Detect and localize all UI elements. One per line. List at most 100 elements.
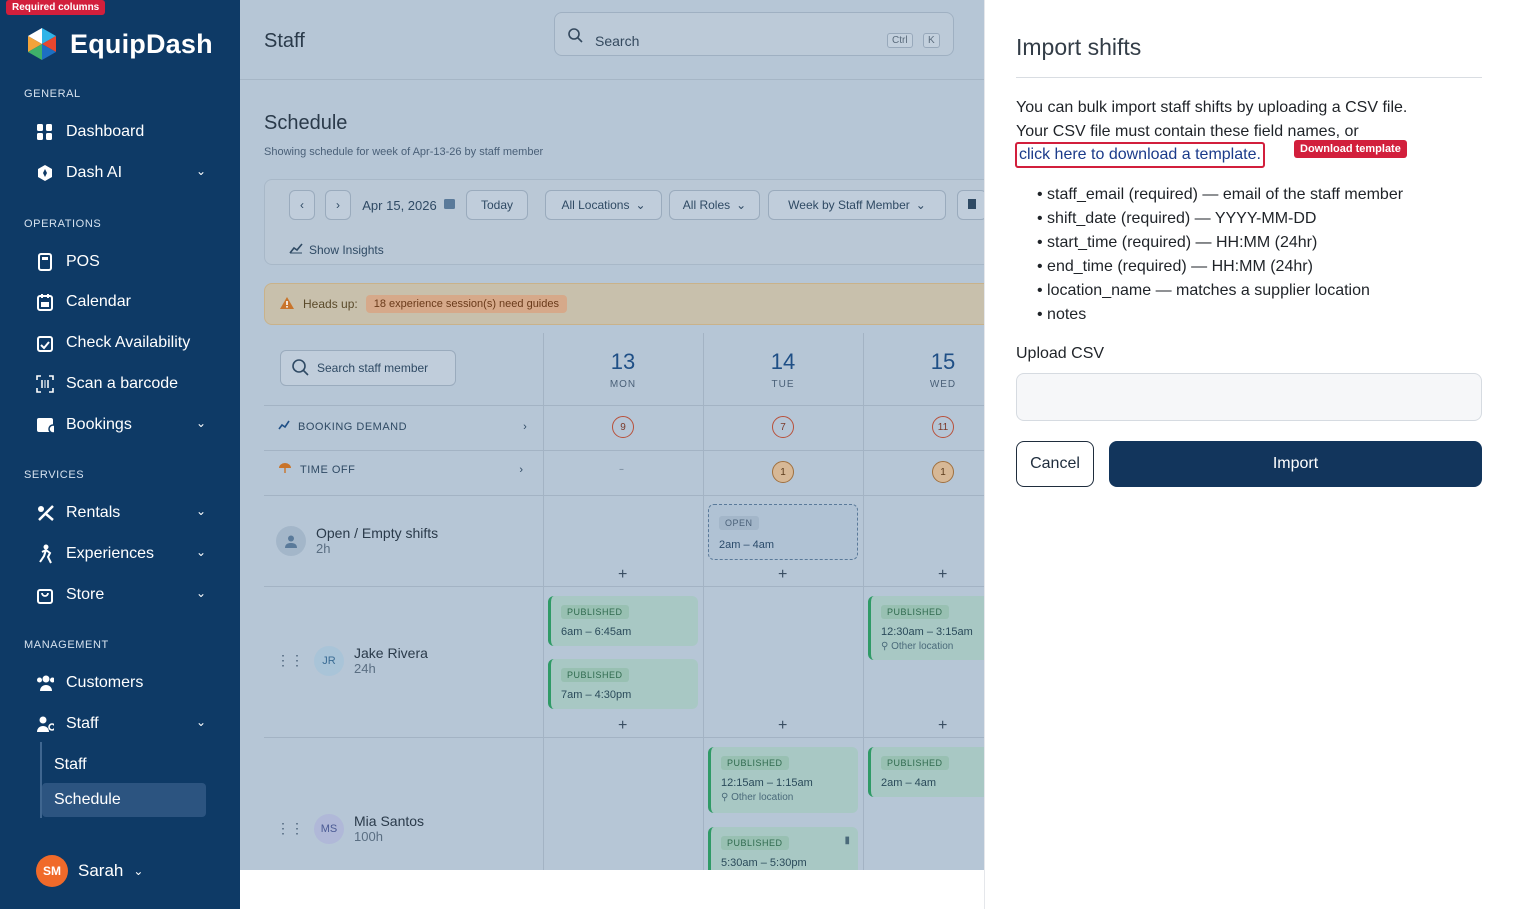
panel-title: Import shifts	[1016, 34, 1142, 60]
add-shift-button[interactable]: +	[778, 717, 787, 735]
import-button[interactable]: Import	[1109, 441, 1482, 487]
shift-card[interactable]: PUBLISHED 7am – 4:30pm	[548, 659, 698, 709]
shift-card[interactable]: PUBLISHED 12:30am – 3:15am ⚲ Other locat…	[868, 596, 984, 660]
sidebar-item-label: Check Availability	[66, 334, 191, 351]
section-operations: OPERATIONS	[24, 218, 102, 230]
required-fields-list: staff_email (required) — email of the st…	[1037, 183, 1403, 327]
shift-card[interactable]: PUBLISHED 2am – 4am	[868, 747, 984, 797]
time-off-count[interactable]: 1	[932, 461, 954, 483]
sidebar-subitem-staff[interactable]: Staff	[42, 748, 206, 782]
roles-filter[interactable]: All Roles ⌄	[669, 190, 760, 220]
chevron-down-icon: ⌄	[195, 545, 206, 559]
prev-week-button[interactable]: ‹	[289, 190, 315, 220]
booking-demand-row[interactable]: BOOKING DEMAND ›	[278, 420, 527, 433]
sidebar-item-label: Bookings	[66, 416, 132, 433]
sidebar-item-label: Rentals	[66, 504, 121, 521]
cancel-button[interactable]: Cancel	[1016, 441, 1094, 487]
chevron-down-icon: ⌄	[133, 864, 144, 878]
sidebar-item-dash-ai[interactable]: Dash AI ⌄	[36, 158, 216, 188]
chevron-right-icon: ›	[336, 198, 340, 212]
chart-icon	[289, 242, 303, 257]
add-shift-button[interactable]: +	[938, 566, 947, 584]
add-shift-button[interactable]: +	[618, 566, 627, 584]
row-hours: 2h	[316, 541, 331, 556]
time-off-count[interactable]: 1	[772, 461, 794, 483]
customers-icon	[36, 674, 54, 692]
sidebar-item-staff[interactable]: Staff ⌄	[36, 709, 216, 739]
heads-up-badge[interactable]: 18 experience session(s) need guides	[365, 295, 567, 313]
chart-icon	[278, 420, 290, 433]
sidebar-item-pos[interactable]: POS	[36, 247, 216, 277]
roles-filter-label: All Roles	[682, 198, 731, 212]
staff-icon	[36, 715, 54, 733]
sidebar-subitem-schedule[interactable]: Schedule	[42, 783, 206, 817]
day-header-mon: 13 MON	[543, 349, 703, 390]
barcode-scan-icon	[36, 375, 54, 393]
demand-count[interactable]: 7	[772, 416, 794, 438]
add-shift-button[interactable]: +	[938, 717, 947, 735]
locations-filter[interactable]: All Locations ⌄	[545, 190, 662, 220]
shift-card[interactable]: PUBLISHED ▮ 5:30am – 5:30pm	[708, 827, 858, 870]
search-input[interactable]: Search	[595, 33, 639, 49]
user-name: Sarah	[78, 861, 124, 880]
section-management: MANAGEMENT	[24, 639, 109, 651]
panel-description: You can bulk import staff shifts by uplo…	[1016, 96, 1486, 144]
add-shift-button[interactable]: +	[618, 717, 627, 735]
sidebar-item-rentals[interactable]: Rentals ⌄	[36, 498, 216, 528]
sidebar-item-label: Staff	[66, 715, 99, 732]
staff-row-mia-santos[interactable]: ⋮⋮ MS Mia Santos 100h	[276, 813, 424, 844]
brand-logo[interactable]: EquipDash	[24, 26, 213, 62]
add-shift-button[interactable]: +	[778, 566, 787, 584]
staff-search-input[interactable]: Search staff member	[280, 350, 456, 386]
panel-divider	[1016, 77, 1482, 78]
sidebar-item-bookings[interactable]: Bookings ⌄	[36, 410, 216, 440]
rentals-icon	[36, 504, 54, 522]
description-line-2: Your CSV file must contain these field n…	[1016, 123, 1359, 140]
sidebar-item-label: Customers	[66, 674, 144, 691]
user-menu[interactable]: SM Sarah ⌄	[36, 855, 143, 887]
sidebar-item-scan-barcode[interactable]: Scan a barcode	[36, 369, 216, 399]
shift-status: PUBLISHED	[721, 836, 789, 850]
sidebar-item-label: Experiences	[66, 545, 155, 562]
today-button[interactable]: Today	[466, 190, 528, 220]
staff-name: Jake Rivera	[354, 645, 428, 661]
upload-csv-input[interactable]	[1016, 373, 1482, 421]
chevron-down-icon: ⌄	[635, 198, 646, 212]
sidebar-item-experiences[interactable]: Experiences ⌄	[36, 539, 216, 569]
next-week-button[interactable]: ›	[325, 190, 351, 220]
schedule-title: Schedule	[264, 112, 348, 134]
sidebar-item-label: Dashboard	[66, 123, 145, 140]
chevron-down-icon: ⌄	[195, 715, 206, 729]
download-template-link[interactable]: click here to download a template.	[1015, 142, 1265, 168]
view-mode-select[interactable]: Week by Staff Member ⌄	[768, 190, 946, 220]
shift-location: Other location	[891, 641, 954, 652]
view-mode-label: Week by Staff Member	[788, 198, 910, 212]
chevron-down-icon: ⌄	[915, 198, 926, 212]
sidebar-item-check-availability[interactable]: Check Availability	[36, 328, 216, 358]
kbd-ctrl: Ctrl	[887, 33, 913, 48]
sidebar: Required columns EquipDash GENERAL Dashb…	[0, 0, 240, 909]
toolbar-extra-button[interactable]	[957, 190, 984, 220]
schedule-subtitle: Showing schedule for week of Apr-13-26 b…	[264, 146, 544, 158]
demand-count[interactable]: 9	[612, 416, 634, 438]
chevron-right-icon: ›	[523, 420, 528, 433]
shift-card[interactable]: PUBLISHED 6am – 6:45am	[548, 596, 698, 646]
open-shift-card[interactable]: OPEN 2am – 4am	[708, 504, 858, 560]
sidebar-item-calendar[interactable]: Calendar	[36, 287, 216, 317]
staff-row-jake-rivera[interactable]: ⋮⋮ JR Jake Rivera 24h	[276, 645, 428, 676]
grid-icon	[36, 123, 54, 141]
date-picker[interactable]: Apr 15, 2026	[357, 190, 461, 220]
list-item: shift_date (required) — YYYY-MM-DD	[1037, 207, 1403, 231]
shift-card[interactable]: PUBLISHED 12:15am – 1:15am ⚲ Other locat…	[708, 747, 858, 813]
sidebar-item-dashboard[interactable]: Dashboard	[36, 117, 216, 147]
booking-demand-label: BOOKING DEMAND	[298, 420, 408, 433]
drag-handle-icon[interactable]: ⋮⋮	[276, 652, 304, 669]
show-insights-button[interactable]: Show Insights	[289, 242, 384, 257]
sidebar-item-customers[interactable]: Customers	[36, 668, 216, 698]
drag-handle-icon[interactable]: ⋮⋮	[276, 820, 304, 837]
demand-count[interactable]: 11	[932, 416, 954, 438]
time-off-row[interactable]: TIME OFF ›	[278, 462, 524, 477]
global-search[interactable]: Search Ctrl K	[554, 12, 954, 56]
sidebar-item-store[interactable]: Store ⌄	[36, 580, 216, 610]
day-number: 14	[770, 349, 796, 374]
